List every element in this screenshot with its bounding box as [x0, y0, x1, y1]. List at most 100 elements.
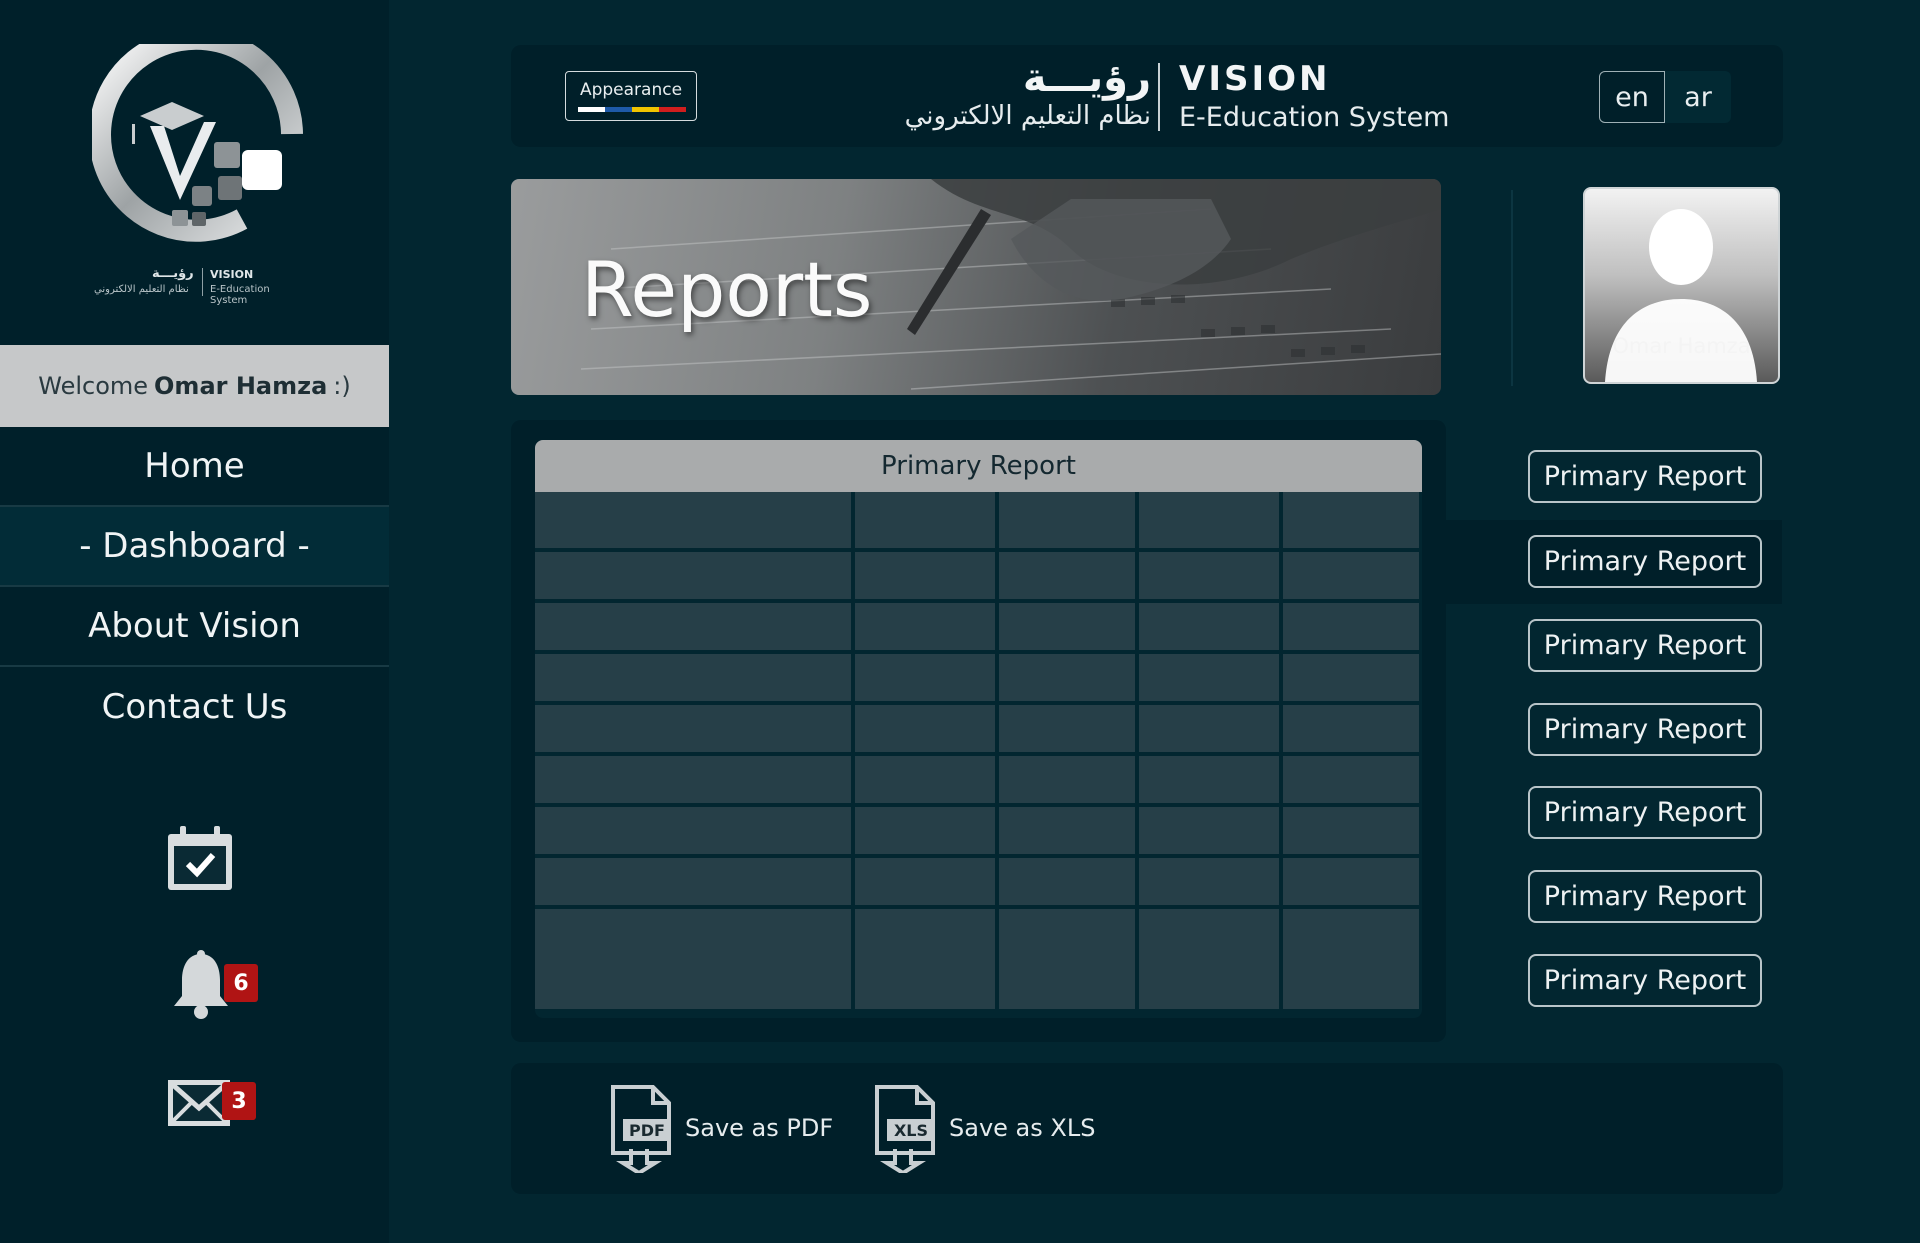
report-list-item[interactable]: Primary Report: [1528, 786, 1762, 839]
report-list-item[interactable]: Primary Report: [1528, 703, 1762, 756]
table-row: [535, 603, 1422, 650]
table-row: [535, 705, 1422, 752]
color-swatch: [632, 107, 659, 112]
welcome-prefix: Welcome: [38, 372, 149, 400]
table-cell: [535, 603, 851, 650]
app-name-ar: رؤيـــة: [1022, 55, 1151, 101]
app-title-ar: رؤيـــة نظام التعليم الالكتروني: [851, 55, 1151, 131]
profile-name: Omar Hamza: [1612, 334, 1751, 358]
table-cell: [999, 705, 1135, 752]
table-cell: [535, 756, 851, 803]
table-row: [535, 858, 1422, 905]
table-row: [535, 492, 1422, 548]
table-cell: [535, 705, 851, 752]
report-panel: Primary Report: [511, 420, 1446, 1042]
table-cell: [855, 807, 995, 854]
appearance-label: Appearance: [579, 80, 683, 100]
report-table-title: Primary Report: [535, 440, 1422, 492]
logo-subtitle-ar: نظام التعليم الالكتروني: [94, 284, 189, 295]
app-subtitle-en: E-Education System: [1179, 102, 1450, 133]
sidebar: رؤيـــة VISION نظام التعليم الالكتروني E…: [0, 0, 389, 1243]
table-row: [535, 909, 1422, 1009]
color-swatch: [578, 107, 605, 112]
appearance-button[interactable]: Appearance: [565, 71, 697, 121]
table-row: [535, 552, 1422, 599]
app-title-en: VISION E-Education System: [1179, 57, 1450, 135]
export-bar: PDF Save as PDF XLS Save as XLS: [511, 1063, 1783, 1194]
report-list-item[interactable]: Primary Report: [1528, 535, 1762, 588]
table-cell: [1283, 858, 1419, 905]
table-cell: [855, 552, 995, 599]
table-cell: [1283, 654, 1419, 701]
table-cell: [999, 756, 1135, 803]
table-cell: [1139, 858, 1279, 905]
table-cell: [855, 705, 995, 752]
table-cell: [855, 756, 995, 803]
top-header: Appearance رؤيـــة نظام التعليم الالكترو…: [511, 45, 1783, 147]
bell-icon: [174, 950, 228, 1019]
vision-logo[interactable]: رؤيـــة VISION نظام التعليم الالكتروني E…: [89, 27, 310, 306]
header-profile-divider: [1511, 190, 1513, 386]
table-cell: [999, 654, 1135, 701]
report-list-item[interactable]: Primary Report: [1528, 870, 1762, 923]
table-cell: [1139, 807, 1279, 854]
table-cell: [855, 858, 995, 905]
table-cell: [1283, 909, 1419, 1009]
messages-button[interactable]: 3: [166, 1078, 256, 1132]
nav-item-home[interactable]: Home: [0, 427, 389, 507]
table-cell: [855, 603, 995, 650]
profile-card[interactable]: Omar Hamza: [1583, 187, 1780, 384]
table-cell: [535, 858, 851, 905]
lang-en-button[interactable]: en: [1599, 71, 1665, 123]
report-table-body: [535, 492, 1422, 1009]
app-name-en: VISION: [1179, 59, 1331, 99]
save-as-pdf-button[interactable]: PDF Save as PDF: [609, 1083, 833, 1173]
table-cell: [535, 492, 851, 548]
table-cell: [535, 552, 851, 599]
notifications-count-badge: 6: [224, 964, 258, 1002]
appearance-color-stripes: [578, 107, 686, 112]
table-cell: [1283, 603, 1419, 650]
welcome-username: Omar Hamza: [154, 372, 328, 400]
table-row: [535, 756, 1422, 803]
welcome-banner: Welcome Omar Hamza :): [0, 345, 389, 427]
table-cell: [855, 909, 995, 1009]
calendar-icon: [168, 826, 232, 890]
logo-brand-en: VISION: [210, 268, 254, 281]
nav-item-about-vision[interactable]: About Vision: [0, 587, 389, 667]
calendar-button[interactable]: [166, 826, 234, 896]
table-cell: [1139, 756, 1279, 803]
title-divider: [1158, 63, 1160, 131]
save-as-xls-label: Save as XLS: [949, 1114, 1096, 1142]
notifications-button[interactable]: 6: [170, 950, 258, 1024]
table-cell: [855, 492, 995, 548]
nav-item-dashboard[interactable]: - Dashboard -: [0, 507, 389, 587]
save-as-xls-button[interactable]: XLS Save as XLS: [873, 1083, 1095, 1173]
table-cell: [1283, 705, 1419, 752]
table-cell: [1139, 909, 1279, 1009]
report-list-item[interactable]: Primary Report: [1528, 954, 1762, 1007]
app-subtitle-ar: نظام التعليم الالكتروني: [904, 101, 1151, 131]
welcome-suffix: :): [333, 372, 351, 400]
table-cell: [1139, 654, 1279, 701]
pdf-file-icon: PDF: [611, 1085, 671, 1173]
table-cell: [1283, 807, 1419, 854]
report-table: Primary Report: [535, 440, 1422, 1018]
logo-divider: [202, 268, 203, 296]
table-cell: [535, 654, 851, 701]
report-list-item[interactable]: Primary Report: [1528, 450, 1762, 503]
table-row: [535, 807, 1422, 854]
main-nav: Home - Dashboard - About Vision Contact …: [0, 427, 389, 747]
nav-item-contact-us[interactable]: Contact Us: [0, 667, 389, 747]
table-cell: [535, 807, 851, 854]
report-list-item[interactable]: Primary Report: [1528, 619, 1762, 672]
table-cell: [1283, 756, 1419, 803]
table-cell: [1139, 603, 1279, 650]
lang-ar-button[interactable]: ar: [1665, 71, 1731, 123]
pdf-badge-text: PDF: [629, 1121, 665, 1140]
table-cell: [999, 858, 1135, 905]
color-swatch: [605, 107, 632, 112]
table-cell: [999, 603, 1135, 650]
table-cell: [999, 909, 1135, 1009]
table-cell: [535, 909, 851, 1009]
